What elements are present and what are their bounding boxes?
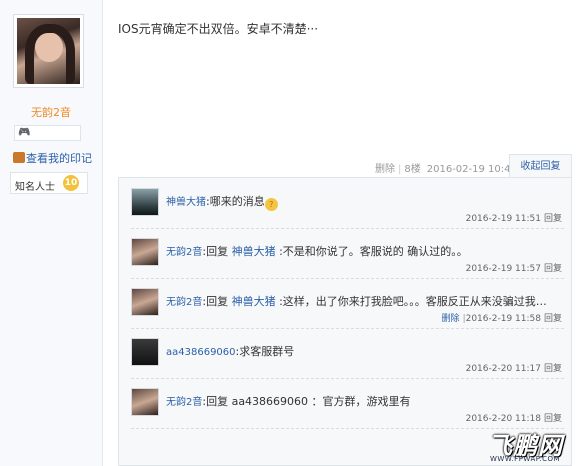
reply-delete-link[interactable]: 删除 [442, 314, 460, 324]
smiley-emoji-icon: ? [264, 198, 278, 211]
reply-author[interactable]: aa438669060 [166, 347, 236, 358]
reply-meta: 2016-2-20 11:18 回复 [466, 411, 562, 424]
reply-author[interactable]: 无韵2音 [166, 247, 202, 258]
reply-content: 神兽大猪:哪来的消息? [166, 193, 278, 211]
reply-prefix: :回复 aa438669060 [202, 395, 312, 408]
watermark-url: WWW.FPWAP.COM [490, 455, 561, 463]
view-imprint-link[interactable]: 查看我的印记 [13, 150, 92, 166]
reply-time: 2016-2-19 11:58 [465, 314, 541, 324]
level-badge[interactable]: 🎮 [14, 125, 81, 141]
reply-item: 无韵2音:回复 aa438669060 ：官方群，游戏里有 2016-2-20 … [131, 378, 564, 429]
post-floor: 8楼 [404, 164, 421, 175]
reply-button[interactable]: 回复 [544, 214, 562, 224]
reply-avatar[interactable] [131, 338, 159, 366]
reply-prefix: :回复 [202, 245, 232, 258]
post-delete-link[interactable]: 删除 [375, 164, 395, 175]
reply-text: :求客服群号 [235, 345, 295, 358]
reply-meta: 2016-2-20 11:17 回复 [466, 361, 562, 374]
reply-avatar[interactable] [131, 288, 159, 316]
rank-label: 知名人士 [15, 182, 55, 193]
reply-meta: 删除 |2016-2-19 11:58 回复 [441, 314, 562, 324]
reply-author[interactable]: 无韵2音 [166, 297, 202, 308]
reply-author[interactable]: 无韵2音 [166, 397, 202, 408]
reply-text: :这样，出了你来打我脸吧。。。客服反正从来没骗过我… [275, 295, 547, 308]
author-name[interactable]: 无韵2音 [0, 104, 102, 120]
reply-text: :不是和你说了。客服说的 确认过的。。 [275, 245, 468, 258]
reply-time: 2016-2-19 11:51 [465, 214, 541, 224]
author-avatar[interactable] [13, 14, 84, 88]
reply-avatar[interactable] [131, 188, 159, 216]
reply-item: 神兽大猪:哪来的消息? 2016-2-19 11:51 回复 [131, 178, 564, 229]
reply-button[interactable]: 回复 [544, 264, 562, 274]
reply-button[interactable]: 回复 [544, 414, 562, 424]
reply-list: 神兽大猪:哪来的消息? 2016-2-19 11:51 回复 无韵2音:回复 神兽… [118, 177, 572, 466]
avatar-image [17, 18, 80, 84]
reply-author[interactable]: 神兽大猪 [166, 197, 206, 208]
reply-button[interactable]: 回复 [544, 314, 562, 324]
reply-target[interactable]: 神兽大猪 [232, 295, 276, 308]
site-watermark: 飞鹏网 WWW.FPWAP.COM [488, 426, 578, 464]
rank-badge[interactable]: 知名人士 10 [10, 172, 88, 194]
post-content: IOS元宵确定不出双倍。安卓不清楚··· [118, 22, 319, 36]
reply-avatar[interactable] [131, 388, 159, 416]
rank-level-icon: 10 [63, 175, 79, 191]
reply-prefix: :回复 [202, 295, 232, 308]
post-meta: 删除 | 8楼 2016-02-19 10:43 [375, 164, 517, 175]
reply-content: 无韵2音:回复 神兽大猪 :这样，出了你来打我脸吧。。。客服反正从来没骗过我… [166, 293, 547, 309]
reply-item: 无韵2音:回复 神兽大猪 :这样，出了你来打我脸吧。。。客服反正从来没骗过我… … [131, 278, 564, 329]
reply-content: aa438669060:求客服群号 [166, 343, 294, 359]
post-datetime: 2016-02-19 10:43 [426, 164, 517, 175]
view-imprint-label: 查看我的印记 [26, 152, 92, 165]
reply-time: 2016-2-19 11:57 [465, 264, 541, 274]
reply-item: 无韵2音:回复 神兽大猪 :不是和你说了。客服说的 确认过的。。 2016-2-… [131, 228, 564, 279]
reply-text: :哪来的消息 [206, 195, 265, 208]
reply-avatar[interactable] [131, 238, 159, 266]
reply-time: 2016-2-20 11:17 [465, 364, 541, 374]
reply-time: 2016-2-20 11:18 [465, 414, 541, 424]
reply-button[interactable]: 回复 [544, 364, 562, 374]
reply-target[interactable]: 神兽大猪 [232, 245, 276, 258]
reply-meta: 2016-2-19 11:57 回复 [466, 261, 562, 274]
reply-text: ：官方群，游戏里有 [311, 395, 411, 408]
reply-content: 无韵2音:回复 神兽大猪 :不是和你说了。客服说的 确认过的。。 [166, 243, 468, 259]
book-icon [13, 152, 25, 163]
collapse-replies-button[interactable]: 收起回复 [509, 154, 572, 178]
author-sidebar: 无韵2音 🎮 查看我的印记 知名人士 10 [0, 0, 103, 466]
game-controller-icon: 🎮 [18, 127, 31, 138]
reply-meta: 2016-2-19 11:51 回复 [466, 211, 562, 224]
reply-item: aa438669060:求客服群号 2016-2-20 11:17 回复 [131, 328, 564, 379]
reply-content: 无韵2音:回复 aa438669060 ：官方群，游戏里有 [166, 393, 411, 409]
